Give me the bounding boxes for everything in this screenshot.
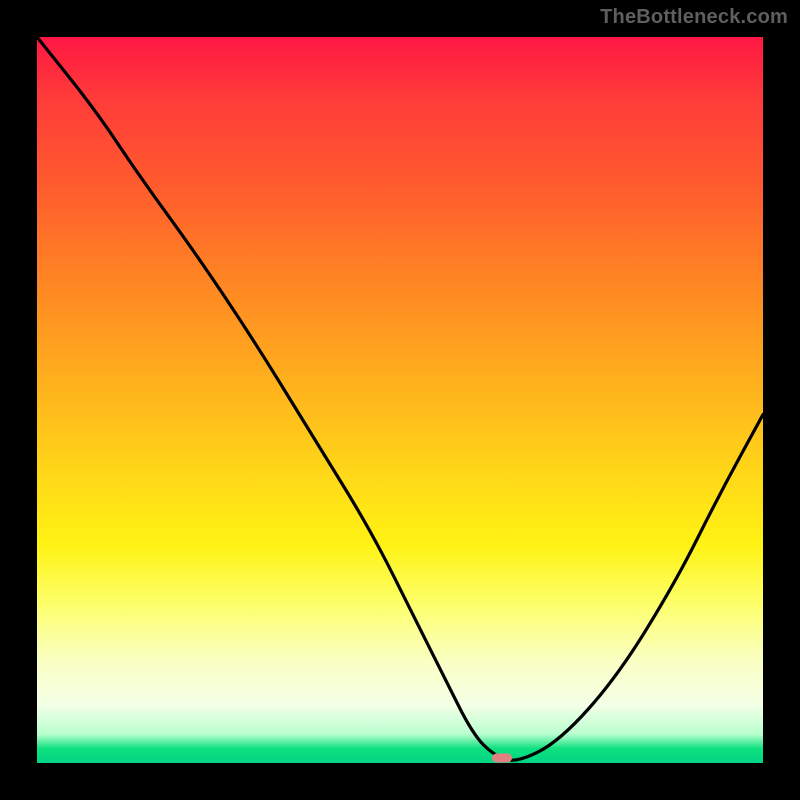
plot-area [37, 37, 763, 763]
optimum-marker [492, 753, 512, 762]
chart-frame: TheBottleneck.com [0, 0, 800, 800]
watermark-text: TheBottleneck.com [600, 6, 788, 29]
curve-svg [37, 37, 763, 763]
bottleneck-curve [37, 37, 763, 760]
